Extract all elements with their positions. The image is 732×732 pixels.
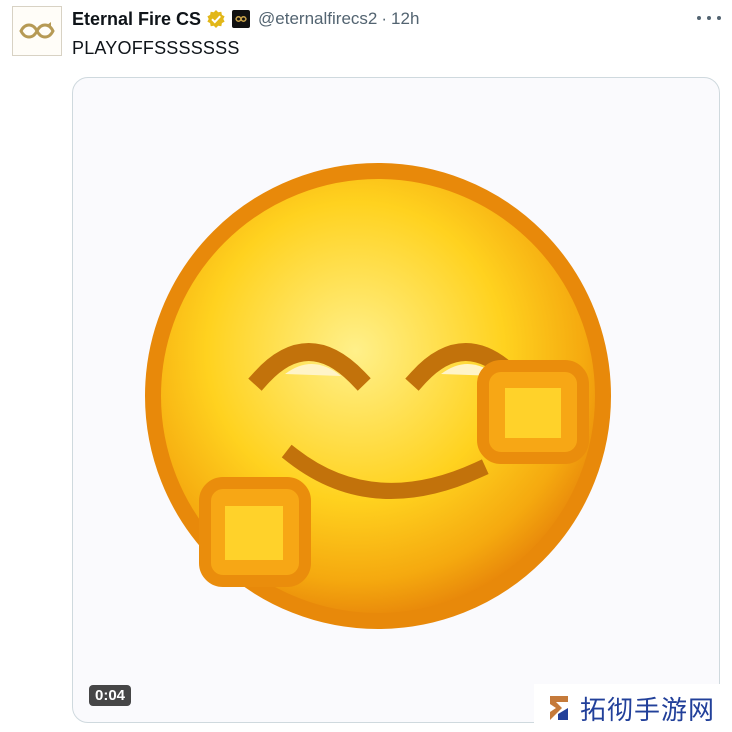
more-dots-icon[interactable] xyxy=(697,10,721,26)
watermark-logo-icon xyxy=(550,696,568,720)
video-player[interactable]: 0:04 xyxy=(72,77,720,723)
affiliate-badge-icon[interactable] xyxy=(232,10,251,28)
eternal-fire-logo-icon xyxy=(19,22,55,39)
separator-dot: · xyxy=(381,9,388,28)
avatar[interactable] xyxy=(12,6,62,56)
watermark-text: 拓彻手游网 xyxy=(580,695,716,726)
verified-badge-icon[interactable] xyxy=(206,9,226,29)
video-duration: 0:04 xyxy=(89,685,132,706)
author-handle[interactable]: @eternalfirecs2 xyxy=(258,9,377,29)
watermark: 拓彻手游网 xyxy=(534,684,732,732)
tweet-text: PLAYOFFSSSSSSS xyxy=(72,38,240,58)
author-name[interactable]: Eternal Fire CS xyxy=(72,9,201,30)
tweet-header: Eternal Fire CS @eternalfirecs2 · 12h xyxy=(72,8,419,30)
post-time[interactable]: 12h xyxy=(391,9,419,29)
smiling-face-emoji xyxy=(145,163,611,629)
